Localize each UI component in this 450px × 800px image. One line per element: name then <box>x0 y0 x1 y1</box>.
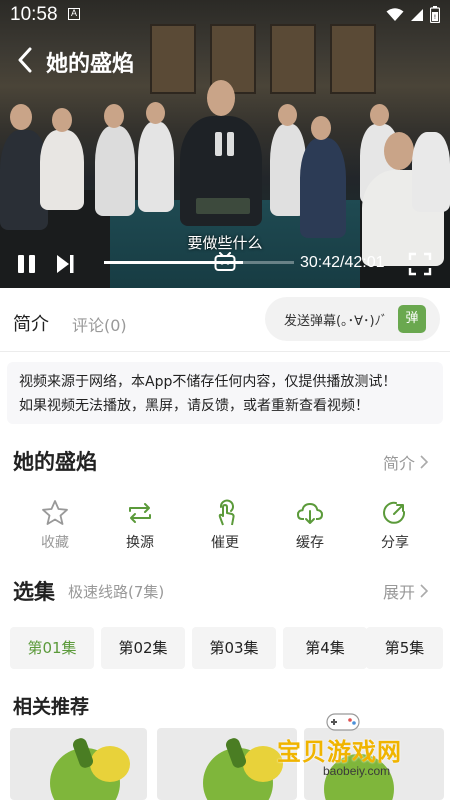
episode-button[interactable]: 第03集 <box>192 627 276 669</box>
episode-button[interactable]: 第5集 <box>366 627 443 669</box>
scene-head <box>10 104 32 130</box>
scene-head <box>146 102 165 124</box>
download-label: 缓存 <box>296 535 324 551</box>
notice-line-1: 视频来源于网络，本App不储存任何内容，仅提供播放测试！ <box>19 374 397 390</box>
urge-update-button[interactable]: 催更 <box>195 498 255 552</box>
favorite-button[interactable]: 收藏 <box>25 498 85 552</box>
related-title: 相关推荐 <box>13 696 90 718</box>
related-card[interactable] <box>157 728 297 800</box>
scene-head <box>207 80 235 116</box>
expand-episodes-link[interactable]: 展开 <box>383 579 429 603</box>
scene-head <box>370 104 389 126</box>
status-time: 10:58 <box>10 4 58 25</box>
scene-head <box>104 104 124 128</box>
share-label: 分享 <box>381 535 409 551</box>
danmaku-send-button[interactable]: 弹 <box>398 305 426 333</box>
switch-source-label: 换源 <box>126 535 154 551</box>
related-card[interactable] <box>10 728 147 800</box>
star-icon <box>42 500 68 525</box>
scene-person <box>412 132 450 212</box>
back-button[interactable] <box>8 42 42 78</box>
next-episode-button[interactable] <box>54 253 76 275</box>
expand-label: 展开 <box>383 583 416 602</box>
show-title: 她的盛焰 <box>13 450 97 474</box>
player-controls: 30:42/42:01 <box>0 246 450 282</box>
episode-button[interactable]: 第02集 <box>101 627 185 669</box>
disclaimer-notice: 视频来源于网络，本App不储存任何内容，仅提供播放测试！ 如果视频无法播放，黑屏… <box>7 362 443 424</box>
urge-update-label: 催更 <box>211 535 239 551</box>
pause-icon <box>215 132 222 156</box>
danmaku-send-label: 弹 <box>405 311 419 326</box>
favorite-label: 收藏 <box>41 535 69 551</box>
battery-icon: ! <box>430 6 440 23</box>
gamepad-icon <box>326 713 360 731</box>
pause-icon <box>227 132 234 156</box>
tab-comments[interactable]: 评论(0) <box>72 312 127 336</box>
chevron-right-icon <box>420 584 429 598</box>
episode-button[interactable]: 第01集 <box>10 627 94 669</box>
switch-source-button[interactable]: 换源 <box>110 498 170 552</box>
center-pause-button[interactable] <box>214 132 236 158</box>
pause-icon <box>18 255 24 273</box>
intro-link[interactable]: 简介 <box>383 450 429 474</box>
download-button[interactable]: 缓存 <box>280 498 340 552</box>
scene-head <box>278 104 297 126</box>
share-button[interactable]: 分享 <box>365 498 425 552</box>
placeholder-fruit-image <box>90 746 130 782</box>
danmaku-toggle-icon[interactable] <box>214 252 236 272</box>
progress-bar[interactable] <box>104 261 294 264</box>
scene-head <box>52 108 72 132</box>
video-title: 她的盛焰 <box>46 52 135 77</box>
watermark-text: 宝贝游戏网 <box>277 738 402 766</box>
watermark-domain: baobeiy.com <box>323 764 391 778</box>
episode-button[interactable]: 第4集 <box>283 627 367 669</box>
skip-next-icon <box>57 255 74 273</box>
time-readout: 30:42/42:01 <box>300 254 385 271</box>
scene-head <box>311 116 331 140</box>
scene-person <box>300 138 346 238</box>
danmaku-input[interactable]: 发送弹幕(｡･∀･)ﾉﾞ 弹 <box>265 297 440 341</box>
episodes-title: 选集 <box>13 580 55 604</box>
tab-intro[interactable]: 简介 <box>13 310 49 336</box>
action-row: 收藏 换源 催更 缓存 分享 <box>0 498 450 556</box>
status-indicators: ! <box>386 6 440 23</box>
swap-icon <box>129 503 151 523</box>
tab-row: 简介 评论(0) 发送弹幕(｡･∀･)ﾉﾞ 弹 <box>0 288 450 352</box>
fullscreen-icon <box>408 252 432 276</box>
status-bar: 10:58 A ! <box>0 0 450 32</box>
player-title-bar: 她的盛焰 <box>0 38 450 82</box>
scene-laptop <box>196 198 250 214</box>
notice-line-2: 如果视频无法播放，黑屏，请反馈，或者重新查看视频！ <box>19 398 369 414</box>
intro-link-label: 简介 <box>383 454 416 473</box>
play-pause-button[interactable] <box>16 253 38 275</box>
episode-list: 第01集 第02集 第03集 第4集 第5集 <box>10 627 450 669</box>
danmaku-placeholder: 发送弹幕(｡･∀･)ﾉﾞ <box>284 314 388 329</box>
chevron-right-icon <box>420 455 429 469</box>
share-icon <box>383 501 406 524</box>
signal-icon <box>411 8 423 21</box>
wifi-icon <box>386 7 404 21</box>
scene-person <box>95 126 135 216</box>
notification-icon: A <box>68 8 80 20</box>
tap-icon <box>218 499 235 526</box>
scene-head <box>384 132 414 170</box>
video-player[interactable]: 10:58 A ! 她的盛焰 要做些什么 30:42/42:01 <box>0 0 450 288</box>
back-arrow-icon <box>18 47 32 73</box>
watermark-logo: 宝贝游戏网 baobeiy.com <box>277 708 447 798</box>
svg-text:!: ! <box>434 14 436 21</box>
cloud-download-icon <box>297 503 323 524</box>
episodes-line-info[interactable]: 极速线路(7集) <box>68 581 164 602</box>
scene-person <box>40 130 84 210</box>
scene-person <box>138 122 174 212</box>
fullscreen-button[interactable] <box>408 252 432 276</box>
pause-icon <box>29 255 35 273</box>
